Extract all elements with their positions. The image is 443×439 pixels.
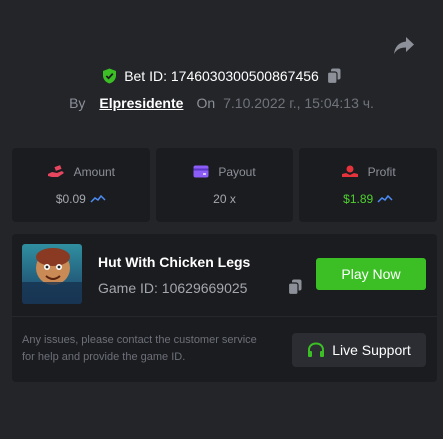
bet-date: 7.10.2022 г., 15:04:13 ч.	[223, 95, 374, 111]
bet-id-row: Bet ID: 1746030300500867456	[0, 66, 443, 86]
stat-profit-label: Profit	[367, 164, 396, 179]
by-label: By	[69, 95, 86, 111]
help-text: Any issues, please contact the customer …	[22, 334, 257, 363]
username-link[interactable]: Elpresidente	[99, 95, 183, 111]
stat-profit: Profit $1.89	[299, 148, 438, 222]
stat-profit-value: $1.89	[343, 191, 374, 206]
live-support-button[interactable]: Live Support	[292, 333, 426, 367]
card-divider	[12, 316, 437, 317]
on-label: On	[196, 95, 216, 111]
verified-shield-icon	[102, 68, 117, 84]
profit-hand-icon	[341, 165, 359, 179]
live-support-label: Live Support	[332, 342, 411, 358]
game-title: Hut With Chicken Legs	[98, 254, 251, 270]
play-now-button[interactable]: Play Now	[316, 258, 426, 290]
stat-payout-value: 20 x	[213, 191, 236, 206]
wallet-icon	[193, 165, 209, 178]
trend-chart-icon	[90, 194, 106, 203]
author-row: By Elpresidente On 7.10.2022 г., 15:04:1…	[0, 93, 443, 113]
copy-bet-id-icon[interactable]	[326, 68, 341, 84]
headset-icon	[307, 341, 325, 359]
stat-payout: Payout 20 x	[155, 148, 294, 222]
money-hand-icon	[47, 164, 65, 179]
trend-chart-icon	[377, 194, 393, 203]
game-card: Hut With Chicken Legs Game ID: 106296690…	[12, 234, 437, 382]
bet-id-text: Bet ID: 1746030300500867456	[124, 68, 319, 84]
game-thumbnail[interactable]	[22, 244, 82, 304]
stat-payout-label: Payout	[218, 164, 256, 179]
share-button[interactable]	[392, 34, 416, 58]
game-id: Game ID: 10629669025	[98, 280, 248, 296]
stat-amount: Amount $0.09	[12, 148, 150, 222]
stat-amount-value: $0.09	[55, 191, 86, 206]
stats-row: Amount $0.09 Payout 20 x Profit $1.89	[12, 148, 438, 222]
share-arrow-icon	[394, 37, 414, 54]
copy-game-id-icon[interactable]	[287, 279, 302, 300]
stat-amount-label: Amount	[73, 164, 116, 179]
